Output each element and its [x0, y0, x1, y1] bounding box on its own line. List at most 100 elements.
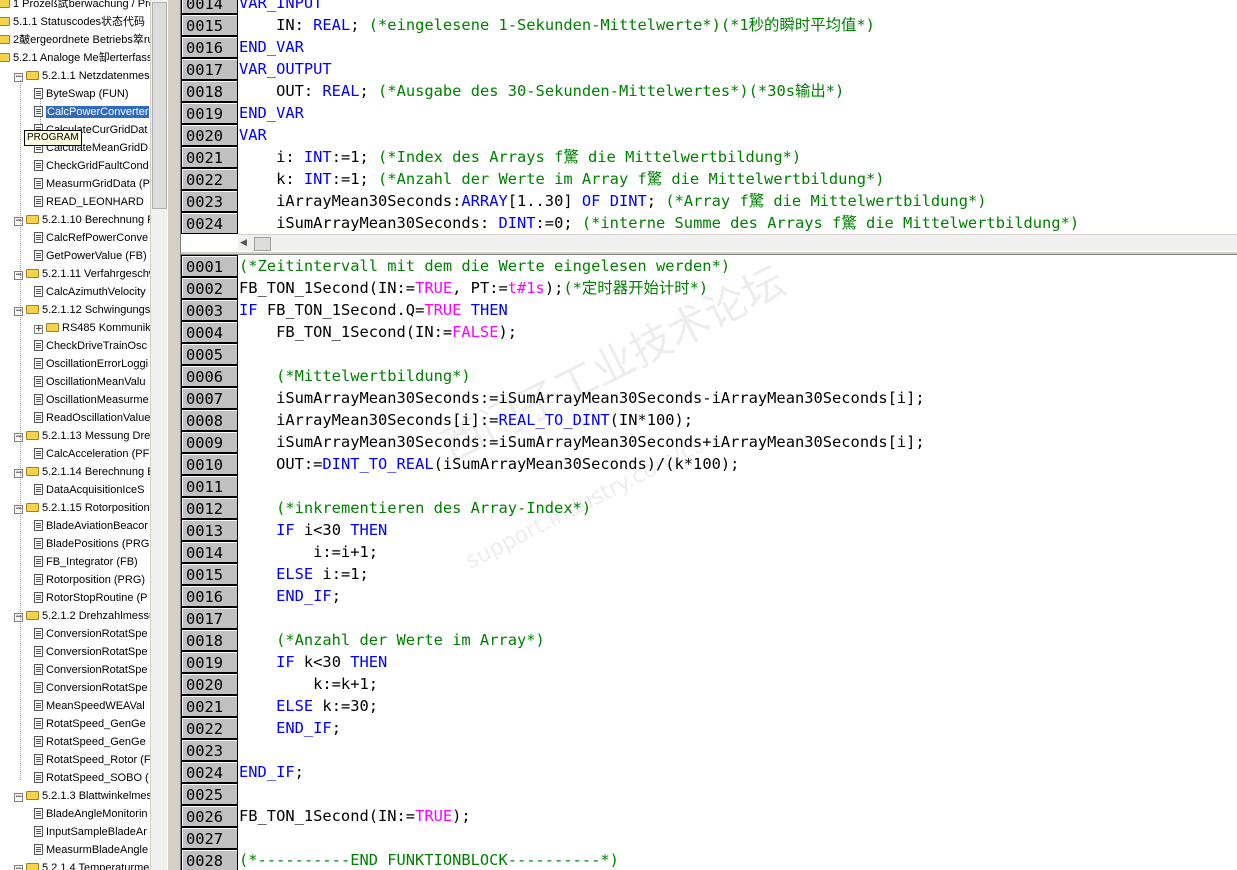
- tree-folder[interactable]: − 5.2.1.15 Rotorposition叶,: [14, 499, 150, 517]
- code-line[interactable]: 0017 VAR_OUTPUT: [181, 58, 1237, 80]
- declaration-hscrollbar-thumb[interactable]: [254, 237, 271, 251]
- tree-item[interactable]: Rotorposition (PRG): [34, 571, 145, 589]
- tree-folder[interactable]: 2皶ergeordnete Betriebs箤run: [0, 31, 150, 49]
- code-line[interactable]: 0022 k: INT:=1; (*Anzahl der Werte im Ar…: [181, 168, 1237, 190]
- tree-item[interactable]: ReadOscillationValue: [34, 409, 150, 427]
- code-line[interactable]: 0015 ELSE i:=1;: [181, 563, 1237, 585]
- code-line[interactable]: 0023: [181, 739, 1237, 761]
- code-line[interactable]: 0025: [181, 783, 1237, 805]
- tree-scrollbar-thumb[interactable]: [152, 2, 167, 209]
- collapse-minus-icon[interactable]: −: [14, 433, 23, 442]
- code-line[interactable]: 0020 VAR: [181, 124, 1237, 146]
- code-line[interactable]: 0020 k:=k+1;: [181, 673, 1237, 695]
- collapse-minus-icon[interactable]: −: [14, 793, 23, 802]
- tree-scrollbar[interactable]: [150, 0, 167, 870]
- code-line[interactable]: 0016 END_VAR: [181, 36, 1237, 58]
- tree-folder[interactable]: + RS485 Kommunikati: [34, 319, 150, 337]
- tree-item[interactable]: InputSampleBladeAr: [34, 823, 147, 841]
- collapse-minus-icon[interactable]: −: [14, 505, 23, 514]
- collapse-minus-icon[interactable]: −: [14, 469, 23, 478]
- declaration-hscrollbar[interactable]: ◀: [238, 234, 1237, 252]
- tree-item[interactable]: MeasurmGridData (P: [34, 175, 150, 193]
- pane-splitter[interactable]: [167, 0, 181, 870]
- tree-item[interactable]: MeasurmBladeAngle: [34, 841, 148, 859]
- code-line[interactable]: 0005: [181, 343, 1237, 365]
- tree-item[interactable]: RotatSpeed_GenGe: [34, 733, 146, 751]
- tree-folder[interactable]: − 5.2.1.4 Temperaturmessu: [14, 859, 150, 870]
- body-editor[interactable]: 0001 (*Zeitintervall mit dem die Werte ei…: [181, 255, 1237, 870]
- code-line[interactable]: 0014 VAR_INPUT: [181, 0, 1237, 14]
- code-line[interactable]: 0015 IN: REAL; (*eingelesene 1-Sekunden-…: [181, 14, 1237, 36]
- code-line[interactable]: 0022 END_IF;: [181, 717, 1237, 739]
- collapse-minus-icon[interactable]: −: [14, 307, 23, 316]
- expand-plus-icon[interactable]: +: [34, 325, 43, 334]
- code-line[interactable]: 0027: [181, 827, 1237, 849]
- tree-item[interactable]: BladePositions (PRG: [34, 535, 149, 553]
- tree-item[interactable]: GetPowerValue (FB): [34, 247, 147, 265]
- code-line[interactable]: 0028 (*----------END FUNKTIONBLOCK-------…: [181, 849, 1237, 870]
- code-line[interactable]: 0023 iArrayMean30Seconds:ARRAY[1..30] OF…: [181, 190, 1237, 212]
- collapse-minus-icon[interactable]: −: [14, 271, 23, 280]
- code-line[interactable]: 0011: [181, 475, 1237, 497]
- tree-item[interactable]: ConversionRotatSpe: [34, 679, 148, 697]
- code-line[interactable]: 0016 END_IF;: [181, 585, 1237, 607]
- code-line[interactable]: 0021 ELSE k:=30;: [181, 695, 1237, 717]
- code-line[interactable]: 0021 i: INT:=1; (*Index des Arrays f驚 di…: [181, 146, 1237, 168]
- code-line[interactable]: 0002 FB_TON_1Second(IN:=TRUE, PT:=t#1s);(…: [181, 277, 1237, 299]
- code-line[interactable]: 0018 (*Anzahl der Werte im Array*): [181, 629, 1237, 651]
- tree-folder[interactable]: − 5.2.1.2 Drehzahlmessung: [14, 607, 150, 625]
- tree-item[interactable]: CalcAzimuthVelocity: [34, 283, 146, 301]
- tree-folder[interactable]: − 5.2.1.3 Blattwinkelmessu: [14, 787, 150, 805]
- code-line[interactable]: 0003 IF FB_TON_1Second.Q=TRUE THEN: [181, 299, 1237, 321]
- tree-item[interactable]: RotatSpeed_GenGe: [34, 715, 146, 733]
- code-line[interactable]: 0014 i:=i+1;: [181, 541, 1237, 563]
- tree-folder[interactable]: − 5.2.1.12 Schwingungsme: [14, 301, 150, 319]
- collapse-minus-icon[interactable]: −: [14, 865, 23, 870]
- code-line[interactable]: 0017: [181, 607, 1237, 629]
- tree-folder[interactable]: − 5.2.1.11 Verfahrgeschwi: [14, 265, 150, 283]
- tree-item[interactable]: READ_LEONHARD: [34, 193, 144, 211]
- tree-item[interactable]: BladeAviationBeacor: [34, 517, 148, 535]
- code-line[interactable]: 0019 IF k<30 THEN: [181, 651, 1237, 673]
- tree-item[interactable]: ByteSwap (FUN): [34, 85, 129, 103]
- tree-item[interactable]: RotorStopRoutine (P: [34, 589, 148, 607]
- tree-item[interactable]: RotatSpeed_Rotor (F: [34, 751, 150, 769]
- tree-folder[interactable]: 1 Prozeß試berwachung / Prozej: [0, 0, 150, 13]
- tree-item[interactable]: DataAcquisitionIceS: [34, 481, 144, 499]
- tree-item[interactable]: ConversionRotatSpe: [34, 661, 148, 679]
- code-line[interactable]: 0019 END_VAR: [181, 102, 1237, 124]
- code-line[interactable]: 0001 (*Zeitintervall mit dem die Werte ei…: [181, 255, 1237, 277]
- tree-item[interactable]: CalcRefPowerConve: [34, 229, 148, 247]
- tree-item[interactable]: ConversionRotatSpe: [34, 625, 148, 643]
- tree-folder[interactable]: − 5.2.1.14 Berechnung Eis: [14, 463, 150, 481]
- tree-item[interactable]: MeanSpeedWEAVal: [34, 697, 145, 715]
- tree-folder[interactable]: − 5.2.1.13 Messung Drehz: [14, 427, 150, 445]
- collapse-minus-icon[interactable]: −: [14, 73, 23, 82]
- tree-folder[interactable]: 5.2.1 Analoge Me缷erterfass: [0, 49, 150, 67]
- tree-item[interactable]: CalcAcceleration (PF: [34, 445, 149, 463]
- tree-item[interactable]: OscillationMeasurme: [34, 391, 149, 409]
- tree-item[interactable]: FB_Integrator (FB): [34, 553, 138, 571]
- tree-item[interactable]: CalcPowerConverter: [34, 103, 150, 121]
- tree-item[interactable]: BladeAngleMonitorin: [34, 805, 148, 823]
- code-line[interactable]: 0026 FB_TON_1Second(IN:=TRUE);: [181, 805, 1237, 827]
- code-line[interactable]: 0010 OUT:=DINT_TO_REAL(iSumArrayMean30Se…: [181, 453, 1237, 475]
- code-line[interactable]: 0006 (*Mittelwertbildung*): [181, 365, 1237, 387]
- code-line[interactable]: 0018 OUT: REAL; (*Ausgabe des 30-Sekunde…: [181, 80, 1237, 102]
- tree-item[interactable]: CheckGridFaultCond: [34, 157, 149, 175]
- tree-folder[interactable]: − 5.2.1.10 Berechnung Re: [14, 211, 150, 229]
- tree-item[interactable]: RotatSpeed_SOBO (: [34, 769, 149, 787]
- tree-folder[interactable]: 5.1.1 Statuscodes状态代码: [0, 13, 145, 31]
- collapse-minus-icon[interactable]: −: [14, 613, 23, 622]
- code-line[interactable]: 0012 (*inkrementieren des Array-Index*): [181, 497, 1237, 519]
- code-line[interactable]: 0009 iSumArrayMean30Seconds:=iSumArrayMe…: [181, 431, 1237, 453]
- tree-item[interactable]: CheckDriveTrainOsc: [34, 337, 147, 355]
- tree-folder[interactable]: − 5.2.1.1 Netzdatenmessur: [14, 67, 150, 85]
- declaration-editor[interactable]: 0014 VAR_INPUT 0015 IN: REAL; (*eingelesen…: [181, 0, 1237, 234]
- tree-item[interactable]: OscillationErrorLoggi: [34, 355, 148, 373]
- tree-item[interactable]: ConversionRotatSpe: [34, 643, 148, 661]
- tree-item[interactable]: OscillationMeanValu: [34, 373, 145, 391]
- code-line[interactable]: 0004 FB_TON_1Second(IN:=FALSE);: [181, 321, 1237, 343]
- scroll-left-arrow-icon[interactable]: ◀: [240, 238, 247, 248]
- code-line[interactable]: 0024 END_IF;: [181, 761, 1237, 783]
